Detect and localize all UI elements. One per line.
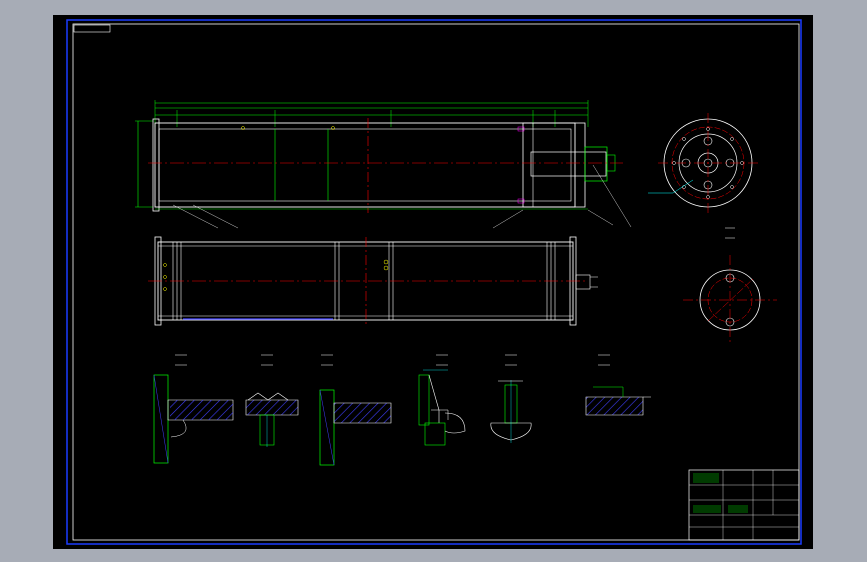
cad-canvas [66,19,802,545]
hole-end-view [683,227,777,345]
detail-3 [319,354,392,466]
drawing-sheet [53,15,813,549]
detail-1 [153,354,234,464]
detail-section-views [153,354,651,466]
detail-5 [490,354,532,443]
inner-frame [72,23,800,541]
detail-4 [418,354,466,446]
detail-2 [245,354,299,447]
front-section-view [135,100,632,229]
corner-label-box [73,24,111,33]
top-view [148,236,598,327]
title-block [688,469,800,541]
flange-end-view [648,113,758,213]
detail-6 [585,354,651,416]
